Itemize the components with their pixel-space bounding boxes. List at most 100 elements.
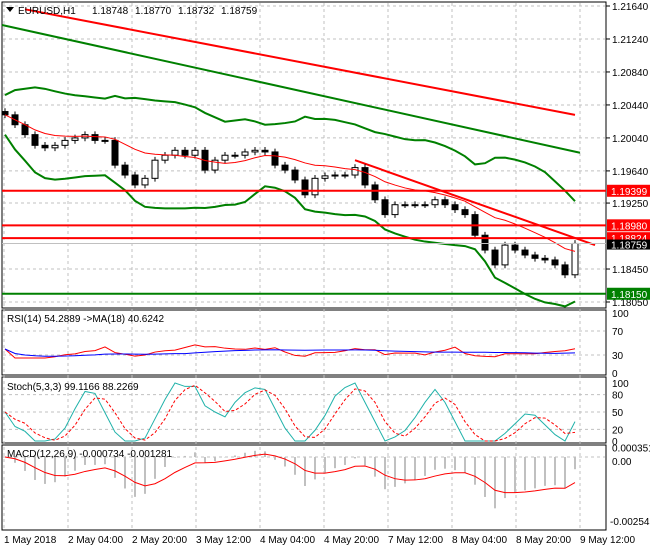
candle-body [241,151,249,156]
stoch-tick-label: 20 [612,425,624,436]
candle-body [171,149,179,156]
candle-body [431,199,439,206]
y-tick-label: 1.21640 [612,2,649,13]
candle-body [51,144,59,149]
main-panel-border [1,1,607,309]
candle-body [551,259,559,266]
candle-body [361,167,369,186]
candle-body [91,134,99,141]
x-tick-label: 2 May 04:00 [68,535,123,546]
candle-body [571,242,579,276]
candle-body [321,175,329,179]
y-tick-label: 1.20840 [612,68,649,79]
macd-tick-label: 0.00 [612,457,632,468]
x-tick-label: 3 May 12:00 [196,535,251,546]
price-level-label: 1.18980 [611,221,648,232]
x-tick-label: 4 May 20:00 [324,535,379,546]
x-tick-label: 7 May 12:00 [388,535,443,546]
stoch-tick-label: 100 [612,379,629,390]
candle-body [191,149,199,156]
rsi-tick-label: 30 [612,351,624,362]
candle-body [121,164,129,176]
candle-body [401,204,409,207]
candle-body [341,174,349,177]
candle-body [411,204,419,207]
header-high: 1.18770 [135,6,172,17]
ma-fast [4,114,576,252]
candle-body [301,179,309,196]
candle-body [101,139,109,142]
candle-body [1,111,9,116]
rsi-tick-label: 100 [612,309,629,320]
candle-body [441,199,449,206]
price-level-label: 1.18150 [611,290,648,301]
current-price-label: 1.18759 [611,241,648,252]
chart-canvas[interactable]: 1.21640 1.21240 1.20840 1.20440 1.20040 1.196… [0,0,650,550]
macd-label: MACD(12,26,9) -0.000734 -0.001281 [7,449,173,460]
rsi-label: RSI(14) 54.2889 ->MA(18) 40.6242 [7,314,164,325]
candle-body [161,154,169,161]
candle-body [261,149,269,153]
candle-body [41,144,49,149]
y-tick-label: 1.20440 [612,101,649,112]
trend-line [24,8,576,116]
candle-body [351,167,359,176]
candle-body [561,264,569,276]
x-tick-label: 8 May 04:00 [452,535,507,546]
candle-body [271,151,279,166]
trading-chart-window: 1.21640 1.21240 1.20840 1.20440 1.20040 1.196… [0,0,650,550]
candle-body [181,149,189,156]
dropdown-triangle-icon[interactable] [6,7,14,12]
price-level-label: 1.19399 [611,187,648,198]
stoch-signal-line [4,384,576,442]
candle-body [511,244,519,251]
y-tick-label: 1.19250 [612,199,649,210]
x-tick-label: 1 May 2018 [4,535,57,546]
candle-body [391,204,399,216]
y-tick-label: 1.21240 [612,35,649,46]
candle-body [451,204,459,211]
candle-body [231,154,239,157]
header-symbol: EURUSD,H1 [18,6,76,17]
candle-body [31,134,39,146]
header-open: 1.18748 [92,6,129,17]
candle-body [381,199,389,216]
candle-body [461,209,469,216]
y-tick-label: 1.19640 [612,167,649,178]
candle-body [521,249,529,256]
candle-body [531,254,539,259]
macd-tick-label: -0.002543 [610,517,650,528]
candle-body [151,159,159,179]
candle-body [311,177,319,196]
candle-body [331,174,339,177]
candle-body [131,174,139,186]
candle-body [421,204,429,207]
header-low: 1.18732 [178,6,215,17]
candle-body [291,169,299,181]
y-tick-label: 1.20040 [612,134,649,145]
candle-body [281,164,289,171]
candle-body [491,249,499,266]
x-tick-label: 9 May 12:00 [580,535,635,546]
rsi-tick-label: 70 [612,327,624,338]
x-tick-label: 8 May 20:00 [516,535,571,546]
x-tick-label: 4 May 04:00 [260,535,315,546]
stoch-tick-label: 50 [612,408,624,419]
header-close: 1.18759 [221,6,258,17]
ma200-line [1,23,581,154]
stoch-label: Stoch(5,3,3) 99.1166 88.2269 [7,382,139,393]
candle-body [141,177,149,186]
candle-body [221,154,229,161]
candle-body [251,149,259,153]
candle-body [71,137,79,141]
x-tick-label: 2 May 20:00 [132,535,187,546]
candle-body [61,139,69,146]
candle-body [371,184,379,201]
stoch-tick-label: 80 [612,391,624,402]
candle-body [541,257,549,261]
rsi-line [4,344,576,359]
candle-body [501,244,509,266]
y-tick-label: 1.18450 [612,265,649,276]
macd-tick-label: 0.000351 [612,444,650,455]
candle-body [111,139,119,166]
